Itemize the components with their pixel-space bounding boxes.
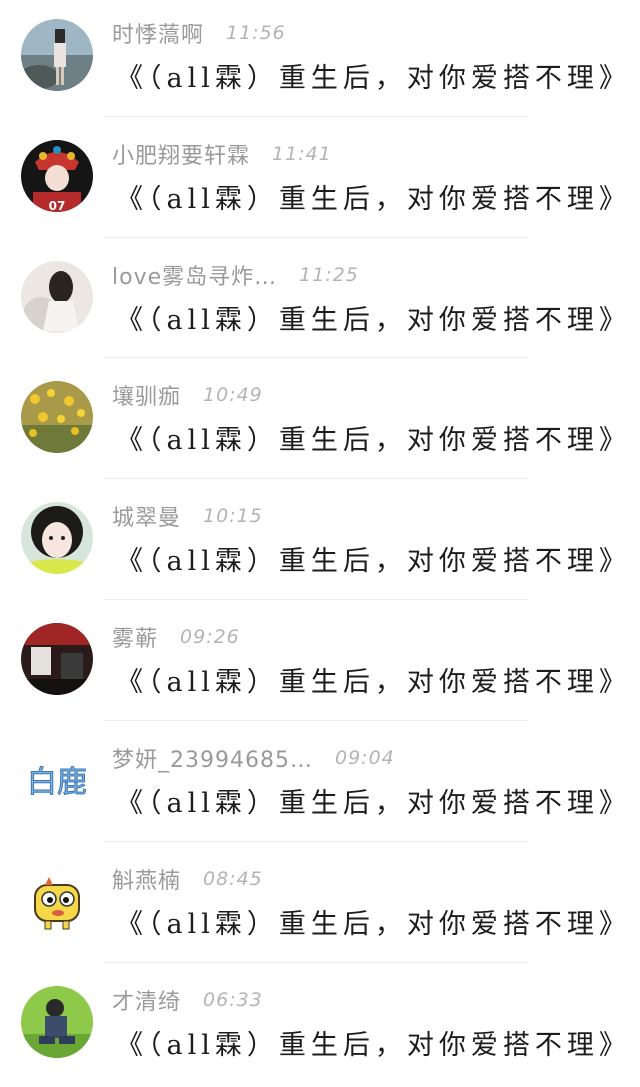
user-name[interactable]: 城翠曼 [112,500,181,532]
avatar-text: 白鹿 [27,765,87,800]
user-name[interactable]: 梦妍_23994685… [112,742,313,774]
user-name[interactable]: 小肥翔要轩霖 [112,138,250,170]
comment-item[interactable]: 雾蕲 09:26 《（all霖）重生后，对你爱搭不理》 [0,604,640,724]
comment-time: 10:49 [203,384,263,406]
comment-item[interactable]: 07 小肥翔要轩霖 11:41 《（all霖）重生后，对你爱搭不理》 [0,121,640,241]
user-name[interactable]: 时悸薃啊 [112,17,204,49]
divider [104,357,528,358]
comment-time: 09:26 [180,626,240,648]
comment-text: 《（all霖）重生后，对你爱搭不理》 [116,667,631,698]
boy-on-grass-avatar-icon[interactable] [21,986,93,1058]
comment-text: 《（all霖）重生后，对你爱搭不理》 [116,909,631,940]
comment-text: 《（all霖）重生后，对你爱搭不理》 [116,425,631,456]
comment-item[interactable]: 城翠曼 10:15 《（all霖）重生后，对你爱搭不理》 [0,483,640,603]
opera-headdress-avatar-icon[interactable]: 07 [21,140,93,212]
comment-text: 《（all霖）重生后，对你爱搭不理》 [116,1030,631,1061]
divider [104,478,528,479]
user-name[interactable]: love雾岛寻炸… [112,259,277,291]
user-name[interactable]: 壤驯痂 [112,379,181,411]
comment-item[interactable]: 才清绮 06:33 《（all霖）重生后，对你爱搭不理》 [0,967,640,1087]
divider [104,237,528,238]
comment-time: 10:15 [203,505,263,527]
comment-time: 09:04 [334,747,395,769]
comment-text: 《（all霖）重生后，对你爱搭不理》 [116,63,631,94]
user-name[interactable]: 斛燕楠 [112,863,181,895]
dark-room-avatar-icon[interactable] [21,623,93,695]
comment-item[interactable]: 斛燕楠 08:45 《（all霖）重生后，对你爱搭不理》 [0,846,640,966]
comment-text: 《（all霖）重生后，对你爱搭不理》 [116,788,631,819]
yellow-flowers-avatar-icon[interactable] [21,381,93,453]
divider [104,599,528,600]
comment-item[interactable]: 时悸薃啊 11:56 《（all霖）重生后，对你爱搭不理》 [0,0,640,120]
svg-text:07: 07 [49,199,66,212]
comment-time: 11:41 [272,143,332,165]
comment-text: 《（all霖）重生后，对你爱搭不理》 [116,546,631,577]
divider [104,962,528,963]
comment-text: 《（all霖）重生后，对你爱搭不理》 [116,184,631,215]
divider [104,116,528,117]
girl-by-sea-avatar-icon[interactable] [21,19,93,91]
comment-feed: 时悸薃啊 11:56 《（all霖）重生后，对你爱搭不理》 07 小肥翔要轩霖 … [0,0,640,1075]
comment-time: 08:45 [203,868,263,890]
comment-item[interactable]: 白鹿 梦妍_23994685… 09:04 《（all霖）重生后，对你爱搭不理》 [0,725,640,845]
comment-time: 06:33 [203,989,263,1011]
comment-time: 11:25 [299,264,359,286]
divider [104,720,528,721]
comment-time: 11:56 [226,22,286,44]
girl-face-avatar-icon[interactable] [21,502,93,574]
comment-text: 《（all霖）重生后，对你爱搭不理》 [116,305,631,336]
cartoon-yellow-monster-avatar-icon[interactable] [21,865,93,937]
girl-white-dress-avatar-icon[interactable] [21,261,93,333]
bailu-text-avatar-icon[interactable]: 白鹿 [21,744,93,816]
divider [104,841,528,842]
comment-item[interactable]: love雾岛寻炸… 11:25 《（all霖）重生后，对你爱搭不理》 [0,242,640,362]
user-name[interactable]: 才清绮 [112,984,181,1016]
comment-item[interactable]: 壤驯痂 10:49 《（all霖）重生后，对你爱搭不理》 [0,362,640,482]
user-name[interactable]: 雾蕲 [112,621,158,653]
